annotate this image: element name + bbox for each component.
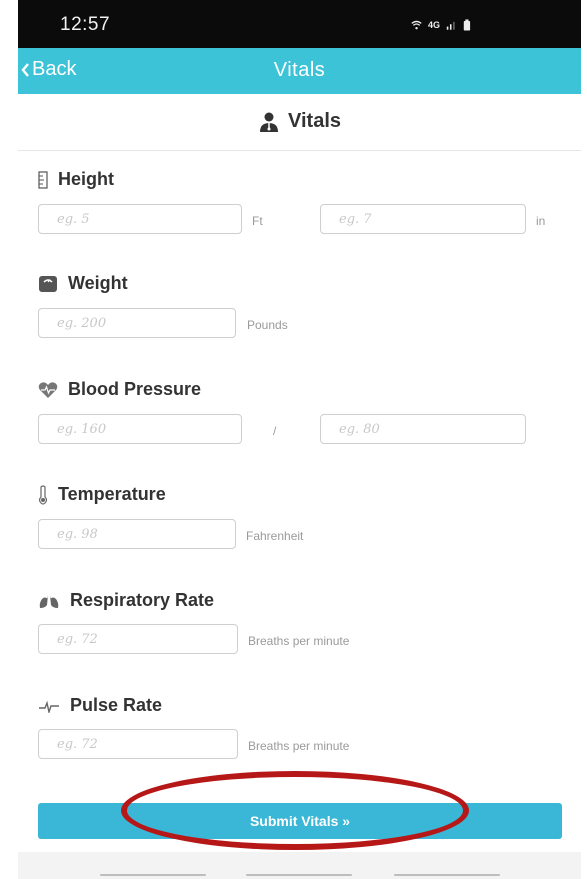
- battery-icon: [463, 19, 471, 31]
- temperature-unit: Fahrenheit: [246, 529, 304, 543]
- status-bar: 12:57 4G: [18, 0, 581, 48]
- wifi-icon: [411, 20, 422, 30]
- nav-handle-left[interactable]: [100, 874, 206, 876]
- nav-bar: Back Vitals: [18, 48, 581, 94]
- respiratory-rate-input[interactable]: [39, 625, 237, 653]
- signal-icon: [446, 21, 455, 30]
- weight-input[interactable]: [39, 309, 235, 337]
- weight-field[interactable]: [38, 308, 236, 338]
- page-header: Vitals: [18, 94, 581, 151]
- respiratory-rate-label: Respiratory Rate: [70, 590, 215, 610]
- pulse-rate-label: Pulse Rate: [70, 695, 163, 715]
- temperature-field[interactable]: [38, 519, 236, 549]
- temperature-label: Temperature: [58, 484, 166, 504]
- respiratory-rate-section-label: Respiratory Rate: [38, 590, 214, 611]
- height-ft-field[interactable]: [38, 204, 242, 234]
- lungs-icon: [39, 594, 59, 608]
- nav-title: Vitals: [273, 59, 326, 81]
- respiratory-rate-field[interactable]: [38, 624, 238, 654]
- status-time: 12:57: [60, 14, 111, 35]
- pulse-rate-input[interactable]: [39, 730, 237, 758]
- temperature-input[interactable]: [39, 520, 235, 548]
- height-ft-input[interactable]: [39, 205, 241, 233]
- weight-section-label: Weight: [38, 273, 128, 294]
- blood-pressure-section-label: Blood Pressure: [38, 379, 201, 400]
- pulse-rate-section-label: Pulse Rate: [38, 695, 162, 716]
- height-label: Height: [58, 169, 114, 189]
- diastolic-input[interactable]: [321, 415, 525, 443]
- ruler-icon: [38, 170, 48, 189]
- heartbeat-icon: [38, 381, 58, 398]
- height-ft-unit: Ft: [252, 214, 263, 228]
- pulse-rate-field[interactable]: [38, 729, 238, 759]
- nav-handle-center[interactable]: [246, 874, 352, 876]
- pulse-icon: [39, 700, 59, 713]
- height-in-field[interactable]: [320, 204, 526, 234]
- respiratory-rate-unit: Breaths per minute: [248, 634, 350, 648]
- submit-vitals-button[interactable]: Submit Vitals »: [38, 803, 562, 839]
- diastolic-field[interactable]: [320, 414, 526, 444]
- weight-unit: Pounds: [247, 318, 288, 332]
- height-in-input[interactable]: [321, 205, 525, 233]
- app-frame: 12:57 4G Back Vitals Vitals Height eg. 5…: [18, 0, 581, 879]
- page-title: Vitals: [288, 110, 341, 132]
- height-in-unit: in: [536, 214, 546, 228]
- systolic-input[interactable]: [39, 415, 241, 443]
- height-section-label: Height: [38, 169, 114, 190]
- thermometer-icon: [38, 484, 48, 505]
- doctor-icon: [260, 112, 278, 132]
- blood-pressure-label: Blood Pressure: [68, 379, 202, 399]
- status-icons: 4G: [411, 17, 471, 33]
- pulse-rate-unit: Breaths per minute: [248, 739, 350, 753]
- nav-handle-right[interactable]: [394, 874, 500, 876]
- blood-pressure-separator: /: [273, 424, 277, 438]
- scale-icon: [39, 275, 57, 292]
- systolic-field[interactable]: [38, 414, 242, 444]
- network-type-icon: 4G: [428, 20, 441, 30]
- temperature-section-label: Temperature: [38, 484, 166, 505]
- weight-label: Weight: [68, 273, 128, 293]
